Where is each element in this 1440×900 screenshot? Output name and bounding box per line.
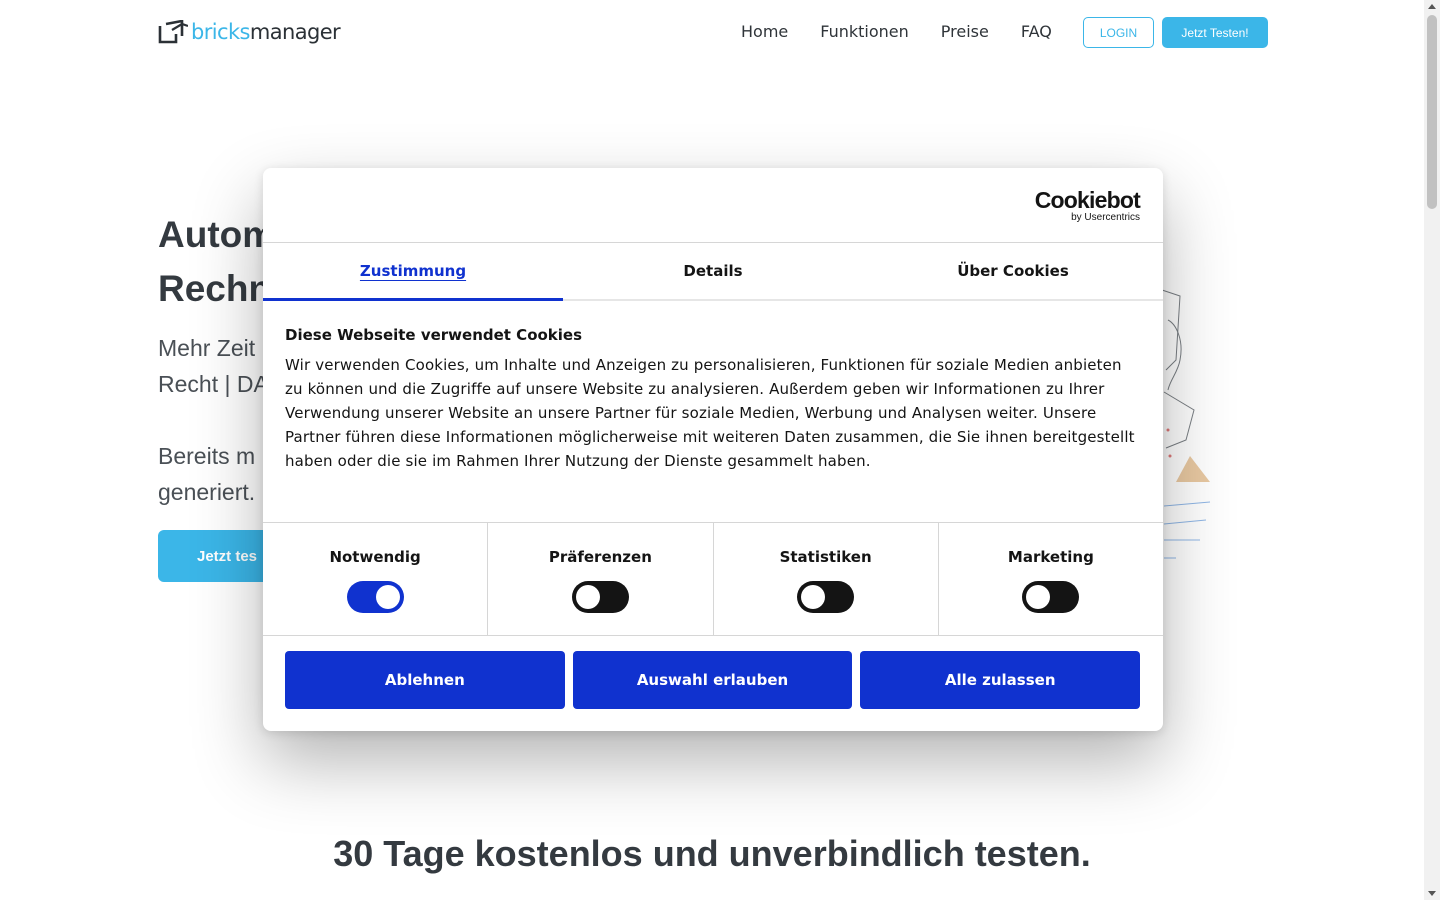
dialog-header: Cookiebot by Usercentrics — [263, 168, 1163, 243]
toggle-label-marketing: Marketing — [1007, 548, 1094, 566]
scroll-down-arrow-icon[interactable] — [1428, 891, 1436, 896]
toggle-knob — [1026, 585, 1051, 609]
nav-faq[interactable]: FAQ — [1021, 22, 1052, 41]
toggle-group-praeferenzen: Präferenzen — [488, 523, 714, 635]
dialog-actions: Ablehnen Auswahl erlauben Alle zulassen — [263, 636, 1163, 709]
toggle-group-notwendig: Notwendig — [263, 523, 489, 635]
dialog-heading: Diese Webseite verwendet Cookies — [285, 326, 583, 344]
consent-toggles: Notwendig Präferenzen Statistiken Market… — [263, 523, 1163, 636]
decline-button[interactable]: Ablehnen — [285, 651, 565, 709]
site-logo[interactable]: bricksmanager — [158, 20, 341, 44]
toggle-group-statistiken: Statistiken — [714, 523, 939, 635]
dialog-tabs: Zustimmung Details Über Cookies — [263, 243, 1163, 301]
scrollbar-thumb[interactable] — [1427, 15, 1437, 209]
toggle-notwendig[interactable] — [346, 581, 404, 613]
nav-funktionen[interactable]: Funktionen — [820, 22, 909, 41]
toggle-knob — [575, 585, 600, 609]
hero-title-line-2: Rechn — [158, 268, 272, 309]
nav-home[interactable]: Home — [741, 22, 788, 41]
hero-stats-line-2: generiert. — [158, 479, 256, 505]
scroll-up-arrow-icon[interactable] — [1428, 4, 1436, 9]
toggle-knob — [801, 585, 826, 609]
tab-details[interactable]: Details — [563, 243, 863, 299]
cookiebot-name: Cookiebot — [1034, 187, 1141, 213]
hero-stats: Bereits m generiert. — [158, 438, 255, 510]
dialog-text: Wir verwenden Cookies, um Inhalte und An… — [285, 356, 1135, 470]
allow-all-button[interactable]: Alle zulassen — [860, 651, 1141, 709]
cookie-consent-dialog: Cookiebot by Usercentrics Zustimmung Det… — [263, 168, 1163, 731]
toggle-knob — [375, 585, 400, 609]
try-now-button[interactable]: Jetzt Testen! — [1162, 17, 1268, 48]
toggle-statistiken[interactable] — [797, 581, 855, 613]
toggle-label-statistiken: Statistiken — [779, 548, 872, 566]
allow-selection-button[interactable]: Auswahl erlauben — [572, 651, 853, 709]
logo-mark-icon — [158, 20, 188, 44]
toggle-praeferenzen[interactable] — [571, 581, 629, 613]
trial-heading: 30 Tage kostenlos und unverbindlich test… — [333, 833, 1091, 874]
toggle-group-marketing: Marketing — [939, 523, 1163, 635]
site-header: bricksmanager Home Funktionen Preise FAQ… — [0, 0, 1424, 66]
hero-title: Autom Rechn — [158, 208, 275, 316]
tab-zustimmung[interactable]: Zustimmung — [263, 243, 563, 301]
dialog-body: Diese Webseite verwendet Cookies Wir ver… — [263, 301, 1163, 523]
toggle-marketing[interactable] — [1022, 581, 1080, 613]
tab-ueber-cookies[interactable]: Über Cookies — [863, 243, 1163, 299]
login-button[interactable]: LOGIN — [1083, 17, 1154, 48]
cookiebot-logo: Cookiebot by Usercentrics — [1034, 187, 1141, 224]
hero-subtitle-line-1: Mehr Zeit — [158, 335, 256, 361]
hero-stats-line-1: Bereits m — [158, 443, 256, 469]
cookiebot-byline: by Usercentrics — [1071, 212, 1140, 223]
page-scrollbar[interactable] — [1424, 0, 1440, 900]
toggle-label-praeferenzen: Präferenzen — [548, 548, 652, 566]
hero-subtitle-line-2: Recht | DA — [158, 371, 269, 397]
toggle-label-notwendig: Notwendig — [329, 548, 421, 566]
hero-subtitle: Mehr Zeit Recht | DA — [158, 330, 269, 402]
logo-text: bricksmanager — [191, 20, 341, 44]
hero-title-line-1: Autom — [158, 214, 276, 255]
nav-preise[interactable]: Preise — [941, 22, 989, 41]
main-nav: Home Funktionen Preise FAQ — [741, 22, 1052, 41]
